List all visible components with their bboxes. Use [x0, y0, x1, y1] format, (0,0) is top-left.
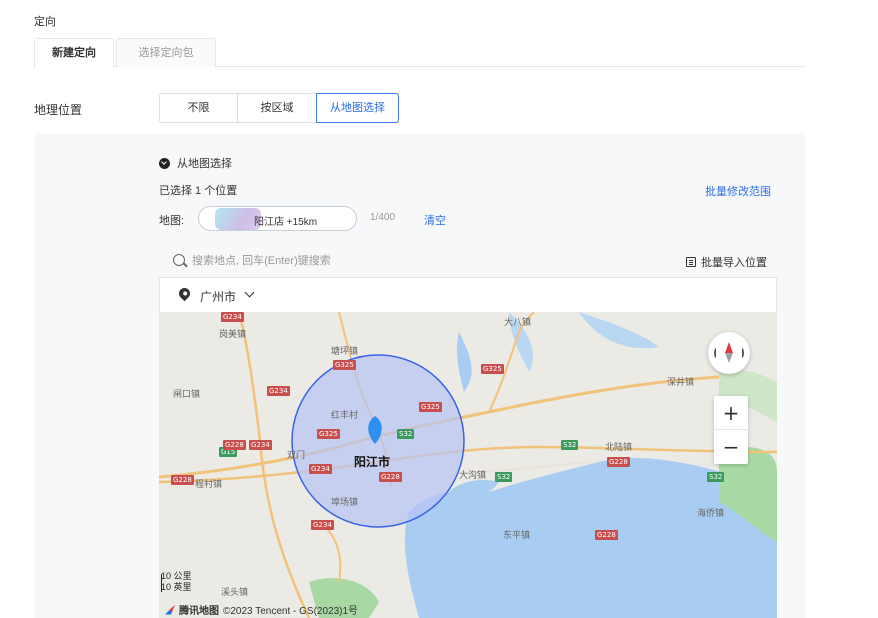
road-badge: G228: [223, 440, 246, 450]
map-place-label: 海侨镇: [697, 508, 725, 518]
geo-option-from-map[interactable]: 从地图选择: [316, 93, 399, 123]
map-label: 地图:: [159, 215, 185, 227]
clear-link[interactable]: 清空: [424, 212, 446, 228]
selected-count: 已选择 1 个位置: [159, 185, 238, 197]
geo-option-by-region[interactable]: 按区域: [237, 93, 317, 123]
compass-button[interactable]: [708, 332, 750, 374]
geo-location-label: 地理位置: [34, 103, 83, 117]
list-import-icon: [686, 257, 696, 267]
road-badge: G325: [419, 402, 442, 412]
map-place-label: 闸口镇: [173, 389, 201, 399]
map-place-label: 溪头镇: [221, 587, 249, 597]
road-badge: G228: [171, 475, 194, 485]
geo-mode-selector: 不限 按区域 从地图选择: [159, 93, 399, 123]
road-badge: G234: [267, 386, 290, 396]
road-badge: G325: [317, 429, 340, 439]
location-chip-text: 阳江店 +15km: [254, 217, 318, 228]
zoom-control: + −: [714, 396, 748, 464]
map-section-title: 从地图选择: [177, 158, 232, 170]
road-badge: S32: [397, 429, 415, 439]
map-place-label: 埠场镇: [331, 497, 359, 507]
road-badge: G325: [481, 364, 504, 374]
map-tiles: [159, 312, 777, 618]
map-place-label: 大沟镇: [459, 470, 487, 480]
scale-mi: 10 英里: [161, 582, 192, 592]
location-chip[interactable]: 阳江店 +15km: [198, 206, 357, 231]
compass-icon: [725, 342, 733, 363]
batch-edit-radius-link[interactable]: 批量修改范围: [705, 183, 771, 199]
road-badge: G325: [333, 360, 356, 370]
tab-bar: 新建定向 选择定向包: [34, 38, 806, 68]
map-canvas[interactable]: 岗美镇 塘坪镇 闸口镇 红丰村 双门 程村镇 埠场镇 大沟镇 北陆镇 海侨镇 东…: [159, 312, 777, 618]
location-pin-icon: [176, 285, 193, 302]
road-badge: G234: [309, 464, 332, 474]
scale-km: 10 公里: [161, 571, 192, 581]
map-place-label: 深井镇: [667, 377, 695, 387]
road-badge: G228: [379, 472, 402, 482]
city-name: 广州市: [200, 290, 237, 304]
map-place-label: 红丰村: [331, 410, 359, 420]
map-attribution: 腾讯地图 ©2023 Tencent - GS(2023)1号: [165, 602, 358, 617]
geo-option-unlimited[interactable]: 不限: [159, 93, 238, 123]
map-place-label: 程村镇: [195, 479, 223, 489]
tencent-map-logo-icon: [165, 604, 175, 615]
map-center-label: 阳江市: [354, 455, 391, 469]
batch-import-button[interactable]: 批量导入位置: [686, 254, 767, 270]
map-brand: 腾讯地图: [179, 606, 219, 617]
map-place-label: 双门: [287, 450, 306, 460]
road-badge: G234: [311, 520, 334, 530]
zoom-in-button[interactable]: +: [714, 396, 748, 430]
road-badge: S32: [561, 440, 579, 450]
map-place-label: 岗美镇: [219, 329, 247, 339]
road-badge: G228: [595, 530, 618, 540]
check-circle-icon: [159, 157, 170, 169]
compass-ring: [714, 348, 718, 358]
compass-ring: [740, 348, 744, 358]
city-selector[interactable]: 广州市: [159, 277, 777, 312]
map-copyright: ©2023 Tencent - GS(2023)1号: [223, 606, 359, 617]
map-place-label: 北陆镇: [605, 442, 633, 452]
search-icon: [173, 254, 185, 266]
road-badge: G228: [607, 457, 630, 467]
location-count: 1/400: [370, 212, 396, 223]
map-place-label: 大八镇: [504, 317, 532, 327]
road-badge: G234: [249, 440, 272, 450]
tab-select-targeting-pack[interactable]: 选择定向包: [116, 38, 216, 67]
road-badge: S32: [495, 472, 513, 482]
map-place-label: 塘坪镇: [331, 346, 359, 356]
road-badge: S32: [707, 472, 725, 482]
tab-new-targeting[interactable]: 新建定向: [34, 38, 114, 68]
section-title: 定向: [34, 16, 56, 28]
map-place-label: 东平镇: [503, 530, 531, 540]
zoom-out-button[interactable]: −: [714, 430, 748, 464]
map-section-header: 从地图选择: [159, 155, 232, 171]
batch-import-label: 批量导入位置: [701, 257, 767, 269]
road-badge: G234: [221, 312, 244, 322]
map-search-bar: 批量导入位置: [159, 247, 777, 275]
chevron-down-icon: [244, 287, 255, 298]
map-scale: 10 公里 10 英里: [161, 571, 192, 593]
map-search-input[interactable]: [192, 251, 652, 271]
